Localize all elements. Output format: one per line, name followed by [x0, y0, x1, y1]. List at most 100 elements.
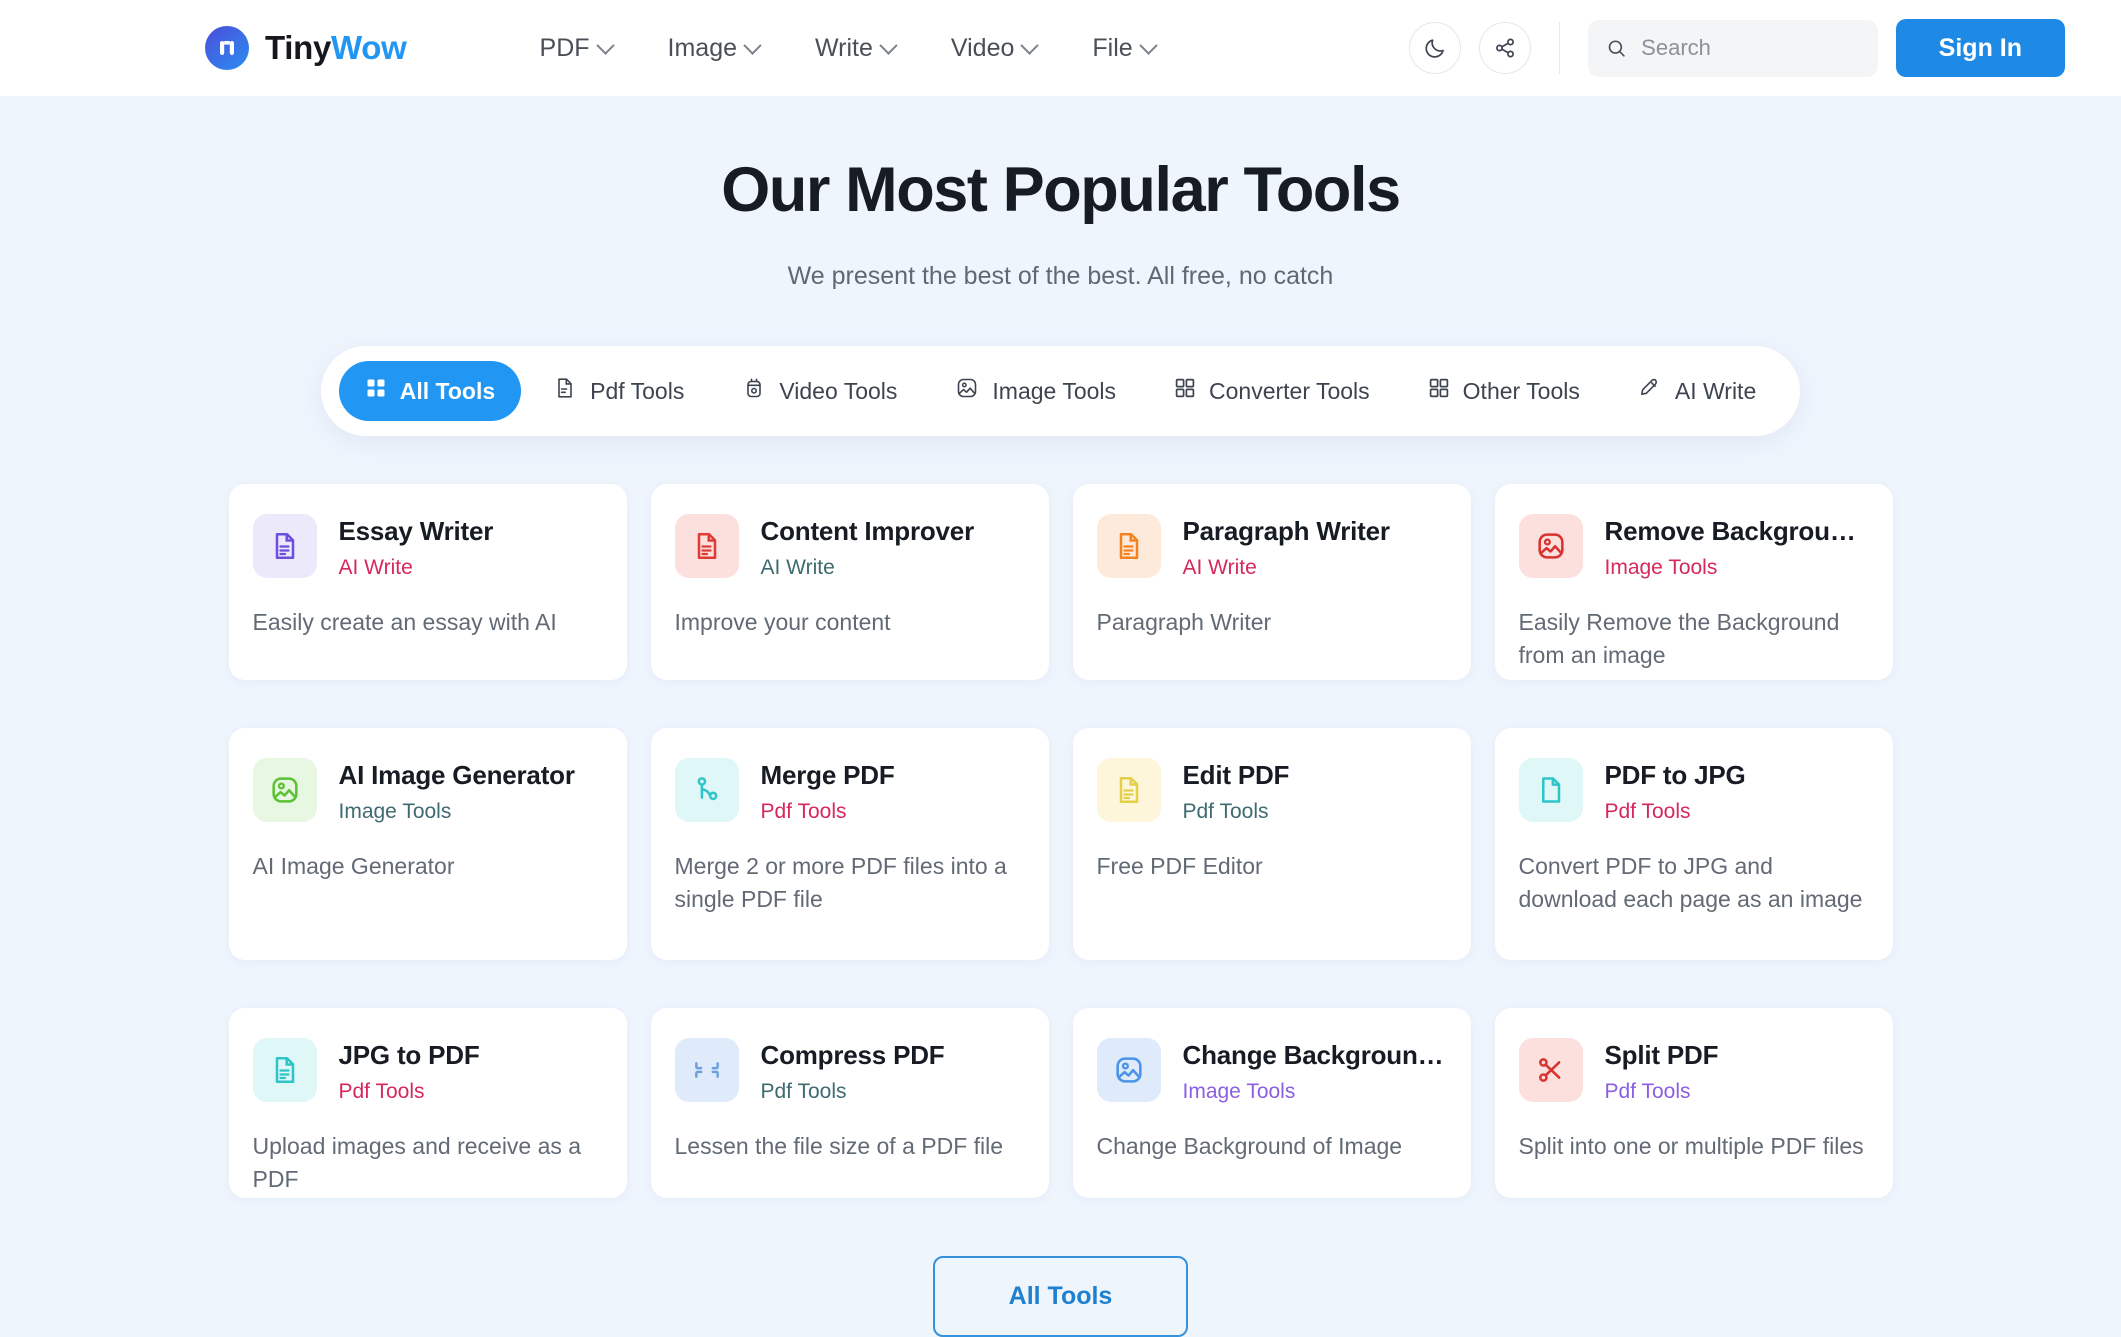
card-description: Free PDF Editor — [1097, 850, 1447, 883]
sign-in-button[interactable]: Sign In — [1896, 19, 2065, 77]
chevron-down-icon — [743, 36, 761, 54]
moon-icon — [1423, 36, 1447, 60]
card-header: Compress PDF Pdf Tools — [675, 1038, 1025, 1104]
card-header: Essay Writer AI Write — [253, 514, 603, 580]
card-title: Essay Writer — [339, 516, 494, 547]
tab-label: All Tools — [400, 378, 495, 405]
tab-pdf-tools[interactable]: Pdf Tools — [527, 360, 710, 422]
tab-image-tools[interactable]: Image Tools — [929, 360, 1142, 422]
tab-label: Converter Tools — [1209, 378, 1370, 405]
nav-item-video[interactable]: Video — [923, 34, 1065, 63]
tool-filter-bar: All Tools Pdf Tools — [0, 346, 2121, 436]
card-title: AI Image Generator — [339, 760, 575, 791]
tool-card-edit-pdf[interactable]: Edit PDF Pdf Tools Free PDF Editor — [1073, 728, 1471, 960]
card-title: Edit PDF — [1183, 760, 1290, 791]
tab-label: Other Tools — [1463, 378, 1580, 405]
card-titles: Split PDF Pdf Tools — [1605, 1038, 1719, 1104]
tool-card-change-background[interactable]: Change Backgroun… Image Tools Change Bac… — [1073, 1008, 1471, 1198]
card-titles: Merge PDF Pdf Tools — [761, 758, 895, 824]
card-titles: Paragraph Writer AI Write — [1183, 514, 1390, 580]
tab-label: AI Write — [1675, 378, 1756, 405]
card-title: PDF to JPG — [1605, 760, 1746, 791]
search-box[interactable] — [1588, 20, 1878, 77]
video-icon — [742, 376, 766, 406]
nav-label: Video — [951, 34, 1015, 63]
tool-card-jpg-to-pdf[interactable]: JPG to PDF Pdf Tools Upload images and r… — [229, 1008, 627, 1198]
card-category: Pdf Tools — [1183, 800, 1290, 824]
card-titles: JPG to PDF Pdf Tools — [339, 1038, 480, 1104]
share-button[interactable] — [1479, 22, 1531, 74]
card-header: PDF to JPG Pdf Tools — [1519, 758, 1869, 824]
dark-mode-toggle[interactable] — [1409, 22, 1461, 74]
header-divider — [1559, 22, 1560, 74]
card-titles: Content Improver AI Write — [761, 514, 974, 580]
tool-card-ai-image-generator[interactable]: AI Image Generator Image Tools AI Image … — [229, 728, 627, 960]
pen-icon — [1638, 376, 1662, 406]
card-title: Paragraph Writer — [1183, 516, 1390, 547]
card-title: Content Improver — [761, 516, 974, 547]
tab-all-tools[interactable]: All Tools — [339, 361, 521, 421]
tool-card-remove-background[interactable]: Remove Backgroun… Image Tools Easily Rem… — [1495, 484, 1893, 680]
nav-item-pdf[interactable]: PDF — [512, 34, 640, 63]
card-titles: PDF to JPG Pdf Tools — [1605, 758, 1746, 824]
card-header: Split PDF Pdf Tools — [1519, 1038, 1869, 1104]
card-description: Convert PDF to JPG and download each pag… — [1519, 850, 1869, 915]
tool-card-split-pdf[interactable]: Split PDF Pdf Tools Split into one or mu… — [1495, 1008, 1893, 1198]
page-subtitle: We present the best of the best. All fre… — [0, 262, 2121, 291]
nav-label: Image — [668, 34, 737, 63]
brand-name: TinyWow — [265, 29, 407, 67]
card-titles: Edit PDF Pdf Tools — [1183, 758, 1290, 824]
card-description: Paragraph Writer — [1097, 606, 1447, 639]
image-icon — [955, 376, 979, 406]
tool-card-content-improver[interactable]: Content Improver AI Write Improve your c… — [651, 484, 1049, 680]
card-header: Content Improver AI Write — [675, 514, 1025, 580]
card-header: Paragraph Writer AI Write — [1097, 514, 1447, 580]
nav-item-image[interactable]: Image — [640, 34, 787, 63]
tab-video-tools[interactable]: Video Tools — [716, 360, 923, 422]
share-icon — [1493, 36, 1517, 60]
card-category: Pdf Tools — [761, 1080, 945, 1104]
tool-grid-row-3: JPG to PDF Pdf Tools Upload images and r… — [0, 1008, 2121, 1198]
tool-card-essay-writer[interactable]: Essay Writer AI Write Easily create an e… — [229, 484, 627, 680]
document-lines-icon — [675, 514, 739, 578]
pdf-file-icon — [553, 376, 577, 406]
card-description: Change Background of Image — [1097, 1130, 1447, 1163]
card-header: Edit PDF Pdf Tools — [1097, 758, 1447, 824]
card-header: Remove Backgroun… Image Tools — [1519, 514, 1869, 580]
tool-card-merge-pdf[interactable]: Merge PDF Pdf Tools Merge 2 or more PDF … — [651, 728, 1049, 960]
image-icon — [253, 758, 317, 822]
chevron-down-icon — [1139, 36, 1157, 54]
chevron-down-icon — [1021, 36, 1039, 54]
page-content: Our Most Popular Tools We present the be… — [0, 96, 2121, 1337]
card-titles: Change Backgroun… Image Tools — [1183, 1038, 1444, 1104]
nav-label: Write — [815, 34, 873, 63]
document-lines-icon — [1097, 514, 1161, 578]
card-description: Merge 2 or more PDF files into a single … — [675, 850, 1025, 915]
search-input[interactable] — [1641, 35, 1860, 61]
nav-item-file[interactable]: File — [1064, 34, 1182, 63]
card-description: Lessen the file size of a PDF file — [675, 1130, 1025, 1163]
card-description: Easily Remove the Background from an ima… — [1519, 606, 1869, 671]
card-titles: Essay Writer AI Write — [339, 514, 494, 580]
tab-converter-tools[interactable]: Converter Tools — [1148, 361, 1396, 421]
tab-label: Pdf Tools — [590, 378, 684, 405]
tool-card-compress-pdf[interactable]: Compress PDF Pdf Tools Lessen the file s… — [651, 1008, 1049, 1198]
merge-icon — [675, 758, 739, 822]
card-category: Pdf Tools — [1605, 800, 1746, 824]
tab-ai-write[interactable]: AI Write — [1612, 360, 1782, 422]
tool-card-paragraph-writer[interactable]: Paragraph Writer AI Write Paragraph Writ… — [1073, 484, 1471, 680]
card-title: Compress PDF — [761, 1040, 945, 1071]
image-icon — [1519, 514, 1583, 578]
main-nav: PDF Image Write Video File — [512, 34, 1183, 63]
chevron-down-icon — [596, 36, 614, 54]
card-category: Pdf Tools — [339, 1080, 480, 1104]
tool-card-pdf-to-jpg[interactable]: PDF to JPG Pdf Tools Convert PDF to JPG … — [1495, 728, 1893, 960]
card-header: Merge PDF Pdf Tools — [675, 758, 1025, 824]
site-header: TinyWow PDF Image Write Video File — [0, 0, 2121, 96]
tab-other-tools[interactable]: Other Tools — [1402, 361, 1606, 421]
all-tools-button[interactable]: All Tools — [933, 1256, 1189, 1337]
brand-logo[interactable]: TinyWow — [205, 26, 407, 70]
card-category: Pdf Tools — [761, 800, 895, 824]
nav-item-write[interactable]: Write — [787, 34, 923, 63]
chevron-down-icon — [879, 36, 897, 54]
